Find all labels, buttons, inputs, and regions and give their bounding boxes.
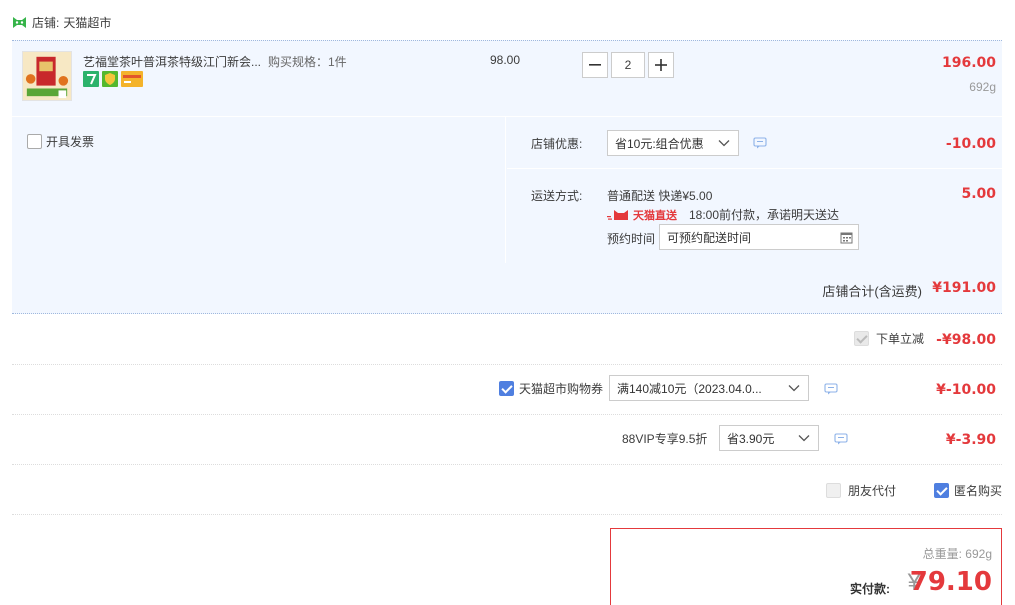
anonymous-option[interactable]: 匿名购买 [934, 482, 1002, 499]
quantity-stepper: 2 [582, 52, 674, 78]
shipping-fee: 5.00 [961, 186, 996, 202]
pay-label: 实付款: [850, 582, 890, 596]
quantity-input[interactable]: 2 [611, 52, 645, 78]
instant-discount-option: 下单立减 [853, 330, 924, 347]
coupon-option[interactable]: 天猫超市购物券 [499, 380, 603, 397]
product-image-icon [23, 52, 71, 100]
schedule-time-input[interactable]: 可预约配送时间 [659, 224, 859, 250]
chevron-down-icon [798, 435, 810, 442]
total-weight-value: 692g [965, 547, 992, 561]
schedule-time-placeholder: 可预约配送时间 [667, 230, 752, 245]
shop-name[interactable]: 天猫超市 [63, 14, 111, 31]
schedule-label: 预约时间 [607, 232, 656, 246]
tmall-direct-badge: 天猫直送 [607, 207, 677, 223]
instant-discount-checkbox [853, 331, 869, 346]
coupon-checkbox[interactable] [499, 381, 514, 396]
message-icon[interactable] [834, 433, 848, 445]
card-icon[interactable] [121, 71, 143, 87]
extra-options-row: 朋友代付 匿名购买 [12, 465, 1002, 515]
shop-label: 店铺: [32, 15, 60, 30]
shop-total-value: ¥191.00 [932, 280, 996, 296]
vip-value: 省3.90元 [727, 431, 775, 446]
coupon-select[interactable]: 满140减10元（2023.04.0... [609, 375, 809, 401]
tmall-direct-icon [607, 210, 628, 220]
item-spec: 购买规格：1件 [268, 55, 347, 69]
chevron-down-icon [788, 385, 800, 392]
invoice-checkbox[interactable] [27, 134, 42, 149]
friend-pay-label: 朋友代付 [848, 484, 897, 498]
shipping-label: 运送方式: [531, 189, 583, 203]
total-weight: 总重量: 692g [923, 545, 992, 562]
chevron-down-icon [718, 140, 730, 147]
calendar-icon [840, 232, 853, 244]
vip-amount: ¥-3.90 [945, 432, 996, 448]
tmall-cat-icon [13, 16, 26, 28]
instant-discount-label: 下单立减 [875, 332, 924, 346]
unit-price: 98.00 [490, 53, 521, 67]
vip-select[interactable]: 省3.90元 [719, 425, 819, 451]
item-thumbnail[interactable] [22, 51, 72, 101]
shop-total-row: 店铺合计(含运费) ¥191.00 [12, 263, 1002, 314]
cart-item-row: 艺福堂茶叶普洱茶特级江门新会... 购买规格：1件 98.00 2 196.00… [12, 40, 1002, 116]
total-weight-label: 总重量: [922, 547, 962, 561]
shop-discount-section: 店铺优惠: 省10元:组合优惠 -10.00 [507, 117, 1002, 169]
message-icon[interactable] [753, 137, 767, 149]
quantity-decrease-button[interactable] [582, 52, 608, 78]
invoice-panel: 开具发票 [12, 117, 506, 263]
minus-icon [589, 64, 601, 66]
instant-discount-value: -¥98.00 [936, 332, 996, 348]
friend-pay-option[interactable]: 朋友代付 [826, 482, 896, 499]
delivery-promise: 18:00前付款，承诺明天送达 [689, 208, 840, 222]
message-icon[interactable] [824, 383, 838, 395]
invoice-option[interactable]: 开具发票 [27, 133, 94, 150]
anonymous-checkbox[interactable] [934, 483, 949, 498]
payment-summary: 总重量: 692g 实付款: ¥ 79.10 [610, 528, 1002, 605]
friend-pay-checkbox[interactable] [826, 483, 841, 498]
quantity-increase-button[interactable] [648, 52, 674, 78]
vip-label: 88VIP专享9.5折 [622, 432, 708, 446]
coupon-row: 天猫超市购物券 满140减10元（2023.04.0... ¥-10.00 [12, 365, 1002, 415]
tmall-direct-label: 天猫直送 [633, 210, 677, 222]
item-title-link[interactable]: 艺福堂茶叶普洱茶特级江门新会... [83, 53, 261, 70]
item-badges [83, 71, 143, 87]
coupon-value: 满140减10元（2023.04.0... [617, 381, 762, 396]
vip-row: 88VIP专享9.5折 省3.90元 ¥-3.90 [12, 415, 1002, 465]
line-total: 196.00 [941, 55, 996, 71]
plus-icon [655, 59, 667, 71]
shipping-section: 运送方式: 普通配送 快递¥5.00 5.00 天猫直送 18:00前付款，承诺… [507, 170, 1002, 263]
shop-discount-label: 店铺优惠: [531, 137, 583, 151]
shop-discount-value: 省10元:组合优惠 [615, 136, 704, 151]
shop-discount-select[interactable]: 省10元:组合优惠 [607, 130, 739, 156]
shipping-method: 普通配送 快递¥5.00 [607, 189, 713, 203]
invoice-label: 开具发票 [46, 135, 95, 149]
pay-amount: 79.10 [909, 567, 992, 597]
item-weight: 692g [969, 80, 996, 94]
coupon-label: 天猫超市购物券 [519, 382, 604, 396]
order-options: 开具发票 店铺优惠: 省10元:组合优惠 -10.00 运送方式: 普通配送 快… [12, 117, 1002, 263]
shop-header: 店铺: 天猫超市 [12, 14, 111, 30]
shop-discount-amount: -10.00 [945, 136, 996, 152]
coupon-amount: ¥-10.00 [936, 382, 996, 398]
anonymous-label: 匿名购买 [954, 484, 1003, 498]
shop-total-label: 店铺合计(含运费) [822, 284, 922, 299]
guarantee-icon[interactable] [102, 71, 118, 87]
instant-discount-row: 下单立减 -¥98.00 [12, 315, 1002, 365]
seven-day-return-icon[interactable] [83, 71, 99, 87]
